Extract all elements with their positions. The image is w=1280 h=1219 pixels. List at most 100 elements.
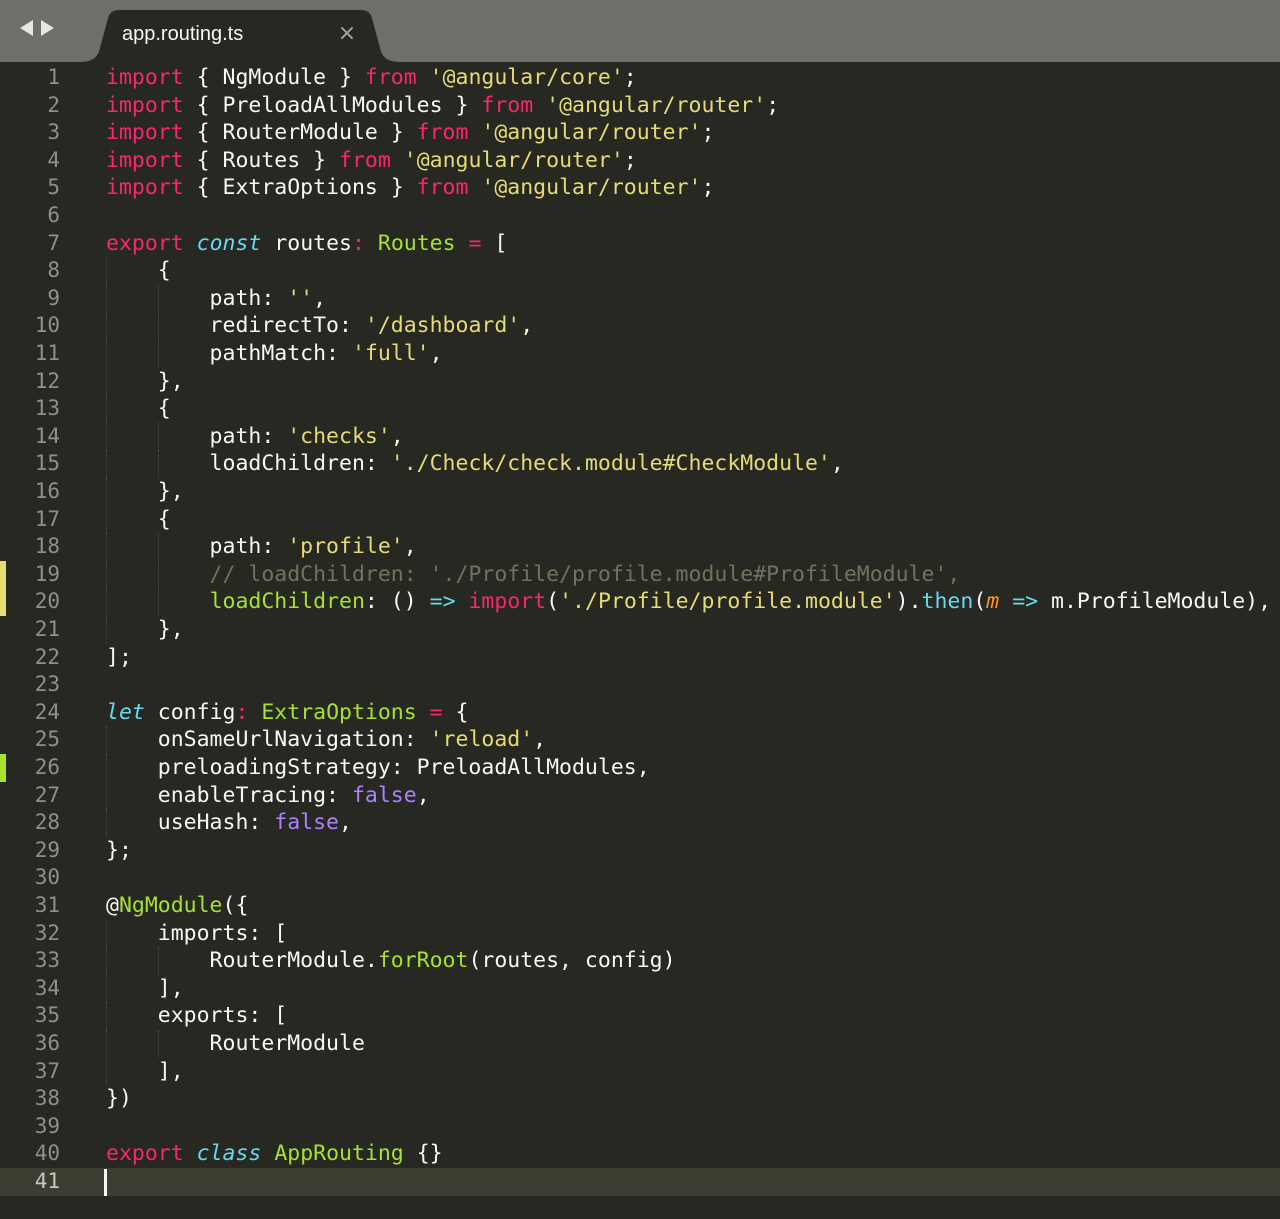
- code-text: import { PreloadAllModules } from '@angu…: [106, 92, 779, 120]
- line-number: 26: [34, 755, 60, 779]
- code-token: '@angular/router': [403, 147, 624, 173]
- code-line[interactable]: 18 path: 'profile',: [0, 533, 1280, 561]
- line-number: 27: [34, 782, 60, 807]
- code-token: ,: [830, 451, 844, 477]
- code-line[interactable]: 40 export class AppRouting {}: [0, 1140, 1280, 1168]
- code-line[interactable]: 1 import { NgModule } from '@angular/core…: [0, 64, 1280, 92]
- code-line[interactable]: 6: [0, 202, 1280, 230]
- code-line[interactable]: 17 {: [0, 505, 1280, 534]
- code-editor[interactable]: 1 import { NgModule } from '@angular/core…: [0, 62, 1280, 1219]
- code-token: =>: [1012, 589, 1039, 615]
- code-line[interactable]: 2 import { PreloadAllModules } from '@ang…: [0, 92, 1280, 120]
- code-line[interactable]: 35 exports: [: [0, 1002, 1280, 1030]
- code-line[interactable]: 12 },: [0, 367, 1280, 396]
- code-line[interactable]: 4 import { Routes } from '@angular/router…: [0, 147, 1280, 175]
- line-number: 5: [47, 175, 60, 200]
- code-text: import { RouterModule } from '@angular/r…: [106, 119, 714, 147]
- code-token: '@angular/router': [481, 120, 702, 146]
- code-token: [: [481, 230, 508, 256]
- code-token: ({: [222, 893, 249, 918]
- code-line[interactable]: 36 RouterModule: [0, 1030, 1280, 1058]
- code-token: from: [416, 175, 469, 201]
- line-number: 16: [34, 479, 60, 503]
- code-text: import { Routes } from '@angular/router'…: [106, 147, 637, 175]
- close-icon[interactable]: ×: [336, 23, 358, 45]
- code-line[interactable]: 3 import { RouterModule } from '@angular/…: [0, 119, 1280, 147]
- code-token: imports: [: [106, 920, 288, 946]
- code-token: @: [106, 893, 119, 918]
- code-text: ],: [106, 975, 184, 1003]
- code-line[interactable]: 31 @NgModule({: [0, 892, 1280, 920]
- code-token: 'full': [351, 341, 430, 366]
- code-line[interactable]: 28 useHash: false,: [0, 809, 1280, 837]
- code-line[interactable]: 33 RouterModule.forRoot(routes, config): [0, 947, 1280, 975]
- code-line[interactable]: 21 },: [0, 616, 1280, 644]
- code-text: ];: [106, 644, 132, 672]
- tab-back-arrow-icon[interactable]: [20, 20, 33, 36]
- code-line[interactable]: 20 loadChildren: () => import('./Profile…: [0, 588, 1280, 616]
- code-line[interactable]: 10 redirectTo: '/dashboard',: [0, 312, 1280, 340]
- code-line[interactable]: 15 loadChildren: './Check/check.module#C…: [0, 450, 1280, 478]
- tab-app-routing[interactable]: app.routing.ts ×: [80, 10, 400, 62]
- code-token: config: [144, 699, 236, 725]
- code-token: ,: [403, 534, 417, 560]
- code-line[interactable]: 23: [0, 671, 1280, 699]
- code-token: ;: [701, 120, 715, 146]
- code-line[interactable]: 41: [0, 1168, 1280, 1196]
- code-token: ExtraOptions: [261, 699, 417, 725]
- code-token: NgModule: [118, 893, 223, 918]
- code-line[interactable]: 29};: [0, 837, 1280, 865]
- code-line[interactable]: 19 // loadChildren: './Profile/profile.m…: [0, 560, 1280, 589]
- tab-forward-arrow-icon[interactable]: [41, 20, 54, 36]
- code-line[interactable]: 39: [0, 1113, 1280, 1141]
- code-line[interactable]: 30: [0, 864, 1280, 892]
- code-token: ,: [339, 810, 352, 836]
- code-token: class: [196, 1141, 262, 1167]
- code-text: {: [106, 257, 171, 285]
- code-line[interactable]: 32 imports: [: [0, 919, 1280, 948]
- code-line[interactable]: 16 },: [0, 478, 1280, 506]
- code-line[interactable]: 25 onSameUrlNavigation: 'reload',: [0, 726, 1280, 754]
- code-token: :: [351, 230, 365, 256]
- line-number: 12: [34, 368, 60, 393]
- code-line[interactable]: 26 preloadingStrategy: PreloadAllModules…: [0, 754, 1280, 782]
- code-token: ,: [416, 782, 430, 808]
- code-line[interactable]: 13 {: [0, 395, 1280, 423]
- line-number: 22: [34, 644, 60, 669]
- code-line[interactable]: 5 import { ExtraOptions } from '@angular/…: [0, 174, 1280, 202]
- code-text: export class AppRouting {}: [106, 1140, 443, 1168]
- code-line[interactable]: 11 pathMatch: 'full',: [0, 340, 1280, 368]
- code-token: ).: [895, 589, 922, 615]
- code-line[interactable]: 38}): [0, 1085, 1280, 1113]
- code-line[interactable]: 24 let config: ExtraOptions = {: [0, 699, 1280, 727]
- code-line[interactable]: 7 export const routes: Routes = [: [0, 230, 1280, 258]
- code-line[interactable]: 8 {: [0, 257, 1280, 285]
- code-token: },: [106, 368, 184, 394]
- code-line[interactable]: 37 ],: [0, 1057, 1280, 1086]
- code-token: loadChildren: [209, 589, 365, 615]
- code-token: (: [973, 589, 987, 615]
- code-line[interactable]: 22];: [0, 644, 1280, 672]
- line-number: 29: [34, 837, 60, 862]
- line-number: 31: [34, 893, 60, 917]
- code-token: 'checks': [287, 423, 391, 449]
- code-token: { NgModule }: [183, 65, 365, 90]
- code-text: let config: ExtraOptions = {: [106, 699, 469, 727]
- code-token: from: [416, 120, 469, 146]
- code-text: },: [106, 368, 184, 396]
- line-number: 9: [47, 285, 60, 310]
- code-line[interactable]: 14 path: 'checks',: [0, 422, 1280, 451]
- code-line[interactable]: 34 ],: [0, 974, 1280, 1003]
- code-token: RouterModule: [106, 1031, 365, 1056]
- code-token: import: [106, 92, 184, 118]
- line-number: 6: [47, 203, 60, 227]
- code-line[interactable]: 9 path: '',: [0, 284, 1280, 313]
- code-token: { PreloadAllModules }: [183, 92, 482, 118]
- code-line[interactable]: 27 enableTracing: false,: [0, 781, 1280, 810]
- code-token: ;: [623, 65, 637, 90]
- code-text: onSameUrlNavigation: 'reload',: [106, 726, 546, 754]
- code-text: pathMatch: 'full',: [106, 340, 443, 368]
